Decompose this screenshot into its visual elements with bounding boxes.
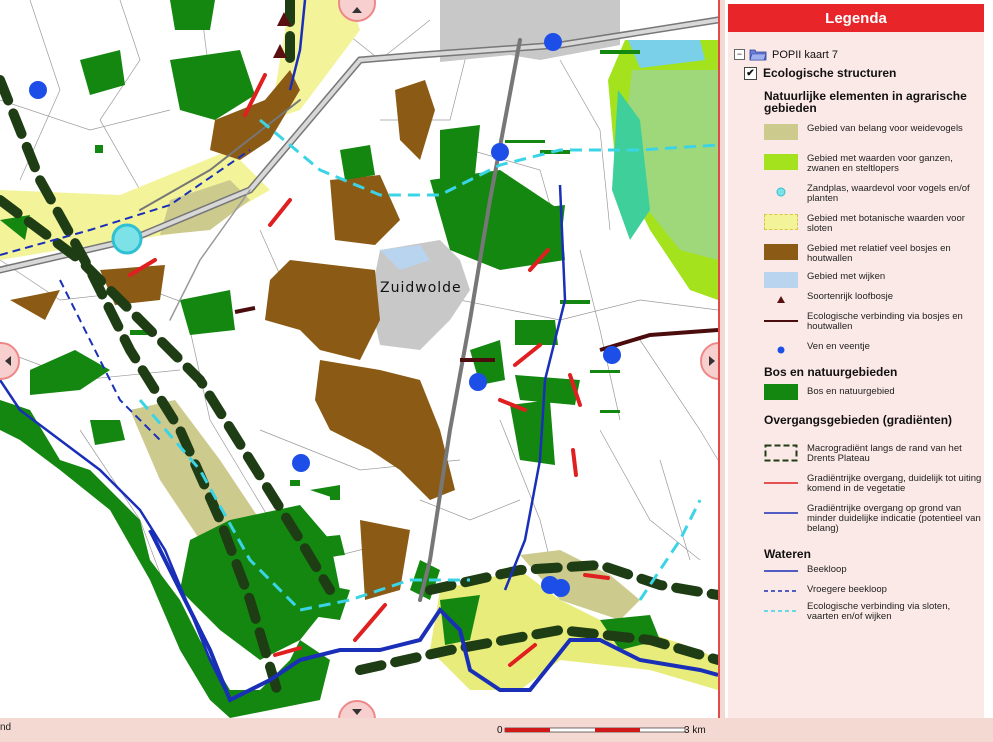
section-heading-natuurlijke-elementen: Natuurlijke elementen in agrarische gebi… <box>764 89 967 115</box>
legend-item-verbinding-sloten: Ecologische verbinding via sloten, vaart… <box>764 602 983 622</box>
scale-start-label: 0 <box>497 725 503 736</box>
legend-item-wijken: Gebied met wijken <box>764 272 983 288</box>
fill-brown-icon <box>764 244 798 260</box>
folder-icon <box>749 49 767 61</box>
line-navy-icon <box>764 562 798 578</box>
line-darkred-icon <box>764 312 798 328</box>
line-red-icon <box>764 474 798 490</box>
legend-item-botanisch: Gebied met botanische waarden voor slote… <box>764 214 983 234</box>
collapse-icon[interactable]: − <box>734 49 745 60</box>
chevron-down-icon <box>352 709 362 715</box>
legend-item-weidevogels: Gebied van belang voor weidevogels <box>764 124 983 140</box>
dashed-cyan-icon <box>764 602 798 618</box>
status-text: nd <box>0 722 12 733</box>
legend-item-vroegere-beekloop: Vroegere beekloop <box>764 582 983 598</box>
checkbox-label: Ecologische structuren <box>763 66 897 80</box>
legend-item-ganzen: Gebied met waarden voor ganzen, zwanen e… <box>764 154 983 174</box>
scale-end-label: 3 km <box>684 725 706 736</box>
legend-item-zandplas: Zandplas, waardevol voor vogels en/of pl… <box>764 184 983 204</box>
cyan-dot-icon <box>764 184 798 200</box>
legend-item-bosjes: Gebied met relatief veel bosjes en houtw… <box>764 244 983 264</box>
legend-title: Legenda <box>728 4 984 32</box>
fill-lightblue-icon <box>764 272 798 288</box>
dashed-navy-icon <box>764 582 798 598</box>
section-heading-overgangsgebieden: Overgangsgebieden (gradiënten) <box>764 413 953 427</box>
legend-panel: Legenda − POPII kaart 7 ✔ Ecologische st… <box>725 0 993 718</box>
legend-item-gradient-duidelijk: Gradiëntrijke overgang, duidelijk tot ui… <box>764 474 983 494</box>
map-canvas[interactable]: Zuidwolde <box>0 0 720 718</box>
legend-tree-root[interactable]: − POPII kaart 7 <box>734 48 838 61</box>
triangle-icon <box>764 292 798 308</box>
chevron-left-icon <box>5 356 11 366</box>
map-drawing[interactable] <box>0 0 718 718</box>
legend-item-macrogradient: Macrogradiënt langs de rand van het Dren… <box>764 444 983 464</box>
place-label-zuidwolde: Zuidwolde <box>380 280 462 296</box>
legend-item-loofbosje: Soortenrijk loofbosje <box>764 292 983 308</box>
tree-root-label: POPII kaart 7 <box>772 48 839 61</box>
fill-khaki-icon <box>764 124 798 140</box>
dashed-box-icon <box>764 444 798 462</box>
legend-item-verbinding-bosjes: Ecologische verbinding via bosjes en hou… <box>764 312 983 332</box>
chevron-right-icon <box>709 356 715 366</box>
legend-item-beekloop: Beekloop <box>764 562 983 578</box>
legend-item-gradient-potentieel: Gradiëntrijke overgang op grond van mind… <box>764 504 983 534</box>
legend-item-ven: Ven en veentje <box>764 342 983 358</box>
section-heading-bos: Bos en natuurgebieden <box>764 365 898 379</box>
section-heading-wateren: Wateren <box>764 547 811 561</box>
fill-green-icon <box>764 384 798 400</box>
layer-toggle-ecologische-structuren[interactable]: ✔ Ecologische structuren <box>744 66 896 80</box>
line-blue-icon <box>764 504 798 520</box>
fill-yellow-icon <box>764 214 798 230</box>
checkbox-icon[interactable]: ✔ <box>744 66 757 80</box>
legend-item-bos: Bos en natuurgebied <box>764 384 983 400</box>
blue-dot-icon <box>764 342 798 358</box>
chevron-up-icon <box>352 7 362 13</box>
fill-lime-icon <box>764 154 798 170</box>
